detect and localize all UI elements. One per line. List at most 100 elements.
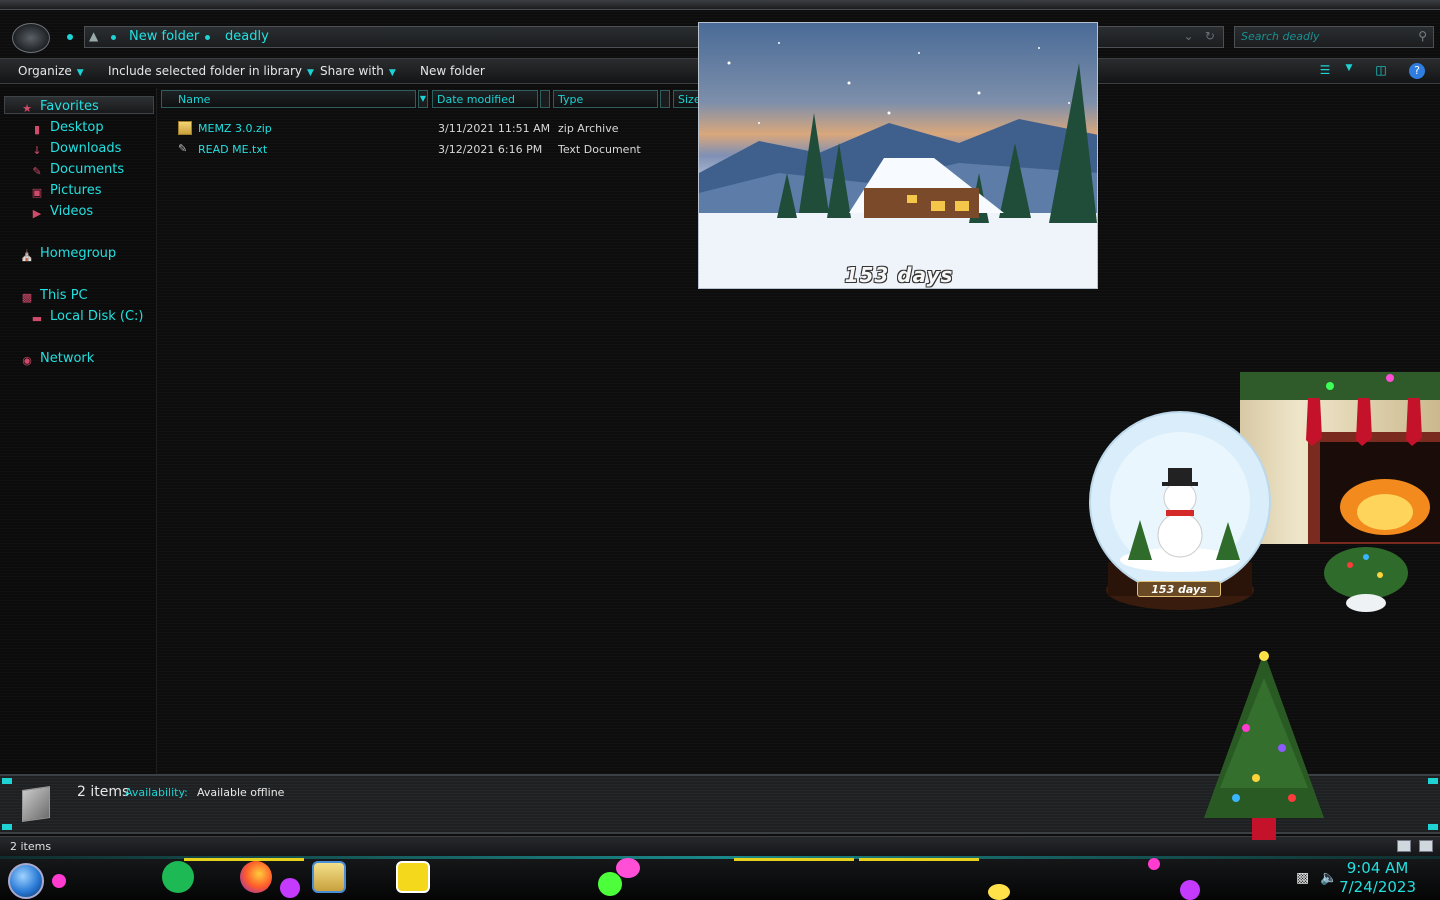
chevron-down-icon[interactable]: ▼ (418, 90, 428, 108)
computer-icon: ▩ (21, 291, 33, 304)
nav-label: Local Disk (C:) (50, 309, 144, 324)
file-date: 3/11/2021 11:51 AM (438, 122, 551, 135)
back-forward-button[interactable] (12, 23, 50, 53)
nav-label: Desktop (50, 120, 104, 135)
address-dropdown-refresh[interactable]: ⌄ ↻ (1183, 29, 1215, 43)
spotify-icon[interactable] (162, 861, 194, 893)
nav-label: Homegroup (40, 246, 117, 261)
organize-button[interactable]: Organize ▼ (18, 64, 84, 78)
star-icon: ★ (22, 102, 32, 115)
nav-label: Videos (50, 204, 94, 219)
nav-network[interactable]: ◉ Network (20, 351, 94, 368)
frame-corner (2, 824, 12, 830)
new-folder-button[interactable]: New folder (420, 64, 485, 78)
chevron-down-icon[interactable] (660, 90, 670, 108)
pinned-app-p-icon[interactable] (396, 861, 430, 893)
search-input[interactable]: Search deadly (1241, 30, 1320, 43)
network-tray-icon[interactable]: ▩ (1296, 870, 1309, 886)
start-button[interactable] (8, 863, 44, 899)
breadcrumb-separator-icon (111, 35, 116, 40)
large-icons-view-icon[interactable] (1419, 840, 1433, 852)
firefox-icon[interactable] (240, 861, 272, 893)
nav-documents[interactable]: ✎ Documents (30, 162, 124, 179)
nav-label: Favorites (40, 99, 99, 114)
nav-favorites[interactable]: ★ Favorites (20, 99, 99, 116)
column-header-date[interactable]: Date modified (432, 90, 538, 108)
breadcrumb-new-folder[interactable]: New folder (129, 29, 199, 44)
nav-downloads[interactable]: ↓ Downloads (30, 141, 121, 158)
clock-time: 9:04 AM (1346, 859, 1409, 877)
column-header-name[interactable]: Name (161, 90, 416, 108)
frame-corner (1428, 778, 1438, 784)
nav-homegroup[interactable]: ⛪ Homegroup (20, 246, 116, 263)
ornament-light (280, 878, 300, 898)
zip-folder-icon (178, 121, 192, 135)
folder-location-icon: ▲ (89, 29, 99, 43)
include-library-button[interactable]: Include selected folder in library ▼ (108, 64, 314, 78)
ornament-light (988, 884, 1010, 900)
column-label: Name (178, 93, 211, 106)
nav-this-pc[interactable]: ▩ This PC (20, 288, 88, 305)
nav-label: This PC (40, 288, 88, 303)
volume-icon[interactable]: 🔈 (1320, 870, 1337, 886)
videos-icon: ▶ (32, 207, 42, 220)
file-row[interactable]: MEMZ 3.0.zip 3/11/2021 11:51 AM zip Arch… (178, 120, 698, 138)
ornament-light (616, 858, 640, 878)
file-name: MEMZ 3.0.zip (198, 122, 272, 135)
chevron-down-icon[interactable]: ▼ (1340, 63, 1358, 79)
system-clock[interactable]: 9:04 AM 7/24/2023 (1339, 859, 1416, 897)
recent-pages-icon[interactable] (67, 34, 73, 40)
text-file-icon: ✎ (178, 142, 188, 155)
breadcrumb-deadly[interactable]: deadly (225, 29, 269, 44)
breadcrumb-separator-icon (205, 35, 210, 40)
file-name: READ ME.txt (198, 143, 268, 156)
availability-label: Availability: (125, 786, 188, 799)
nav-videos[interactable]: ▶ Videos (30, 204, 93, 221)
nav-desktop[interactable]: ▮ Desktop (30, 120, 104, 137)
availability-value: Available offline (197, 786, 285, 799)
navigation-pane: ★ Favorites ▮ Desktop ↓ Downloads ✎ Document… (0, 88, 157, 774)
chevron-down-icon[interactable] (540, 90, 550, 108)
frame-corner (2, 778, 12, 784)
help-icon[interactable]: ? (1409, 63, 1425, 79)
status-text: 2 items (10, 840, 52, 853)
chevron-down-icon: ▼ (388, 68, 396, 78)
mini-tree-decoration (1324, 547, 1408, 612)
nav-label: Downloads (50, 141, 122, 156)
christmas-tree-decoration (1204, 651, 1324, 840)
file-type: Text Document (558, 143, 641, 156)
nav-label: Pictures (50, 183, 102, 198)
organize-label: Organize (18, 64, 72, 78)
search-icon[interactable]: ⚲ (1418, 29, 1427, 43)
view-options-icon[interactable]: ☰ (1316, 63, 1334, 79)
nav-label: Documents (50, 162, 125, 177)
frame-corner (1428, 824, 1438, 830)
decor-stripe (734, 858, 854, 861)
details-view-icon[interactable] (1397, 840, 1411, 852)
item-count: 2 items (77, 784, 130, 800)
winter-countdown-gadget[interactable]: 153 days (698, 22, 1098, 289)
share-with-button[interactable]: Share with ▼ (320, 64, 396, 78)
column-header-type[interactable]: Type (553, 90, 658, 108)
search-box[interactable]: Search deadly ⚲ (1234, 26, 1434, 48)
ornament-light (52, 874, 66, 888)
preview-pane-icon[interactable]: ◫ (1372, 63, 1390, 79)
chevron-down-icon: ▼ (76, 68, 84, 78)
decor-stripe (184, 858, 304, 861)
homegroup-icon: ⛪ (20, 249, 34, 262)
downloads-icon: ↓ (32, 144, 42, 157)
snow-globe-gadget[interactable] (1088, 410, 1272, 610)
file-type: zip Archive (558, 122, 619, 135)
clock-date: 7/24/2023 (1339, 878, 1416, 896)
drive-icon: ▬ (31, 312, 43, 325)
snow-globe-illustration (1089, 411, 1271, 610)
chevron-down-icon: ▼ (306, 68, 314, 78)
nav-local-disk[interactable]: ▬ Local Disk (C:) (30, 309, 144, 326)
nav-pictures[interactable]: ▣ Pictures (30, 183, 102, 200)
file-explorer-icon[interactable] (312, 861, 346, 893)
nav-label: Network (40, 351, 95, 366)
desktop-icon: ▮ (33, 123, 41, 136)
taskbar: ▩ 🔈 9:04 AM 7/24/2023 (0, 856, 1440, 900)
pictures-icon: ▣ (31, 186, 43, 199)
file-row[interactable]: ✎ READ ME.txt 3/12/2021 6:16 PM Text Doc… (178, 141, 698, 159)
